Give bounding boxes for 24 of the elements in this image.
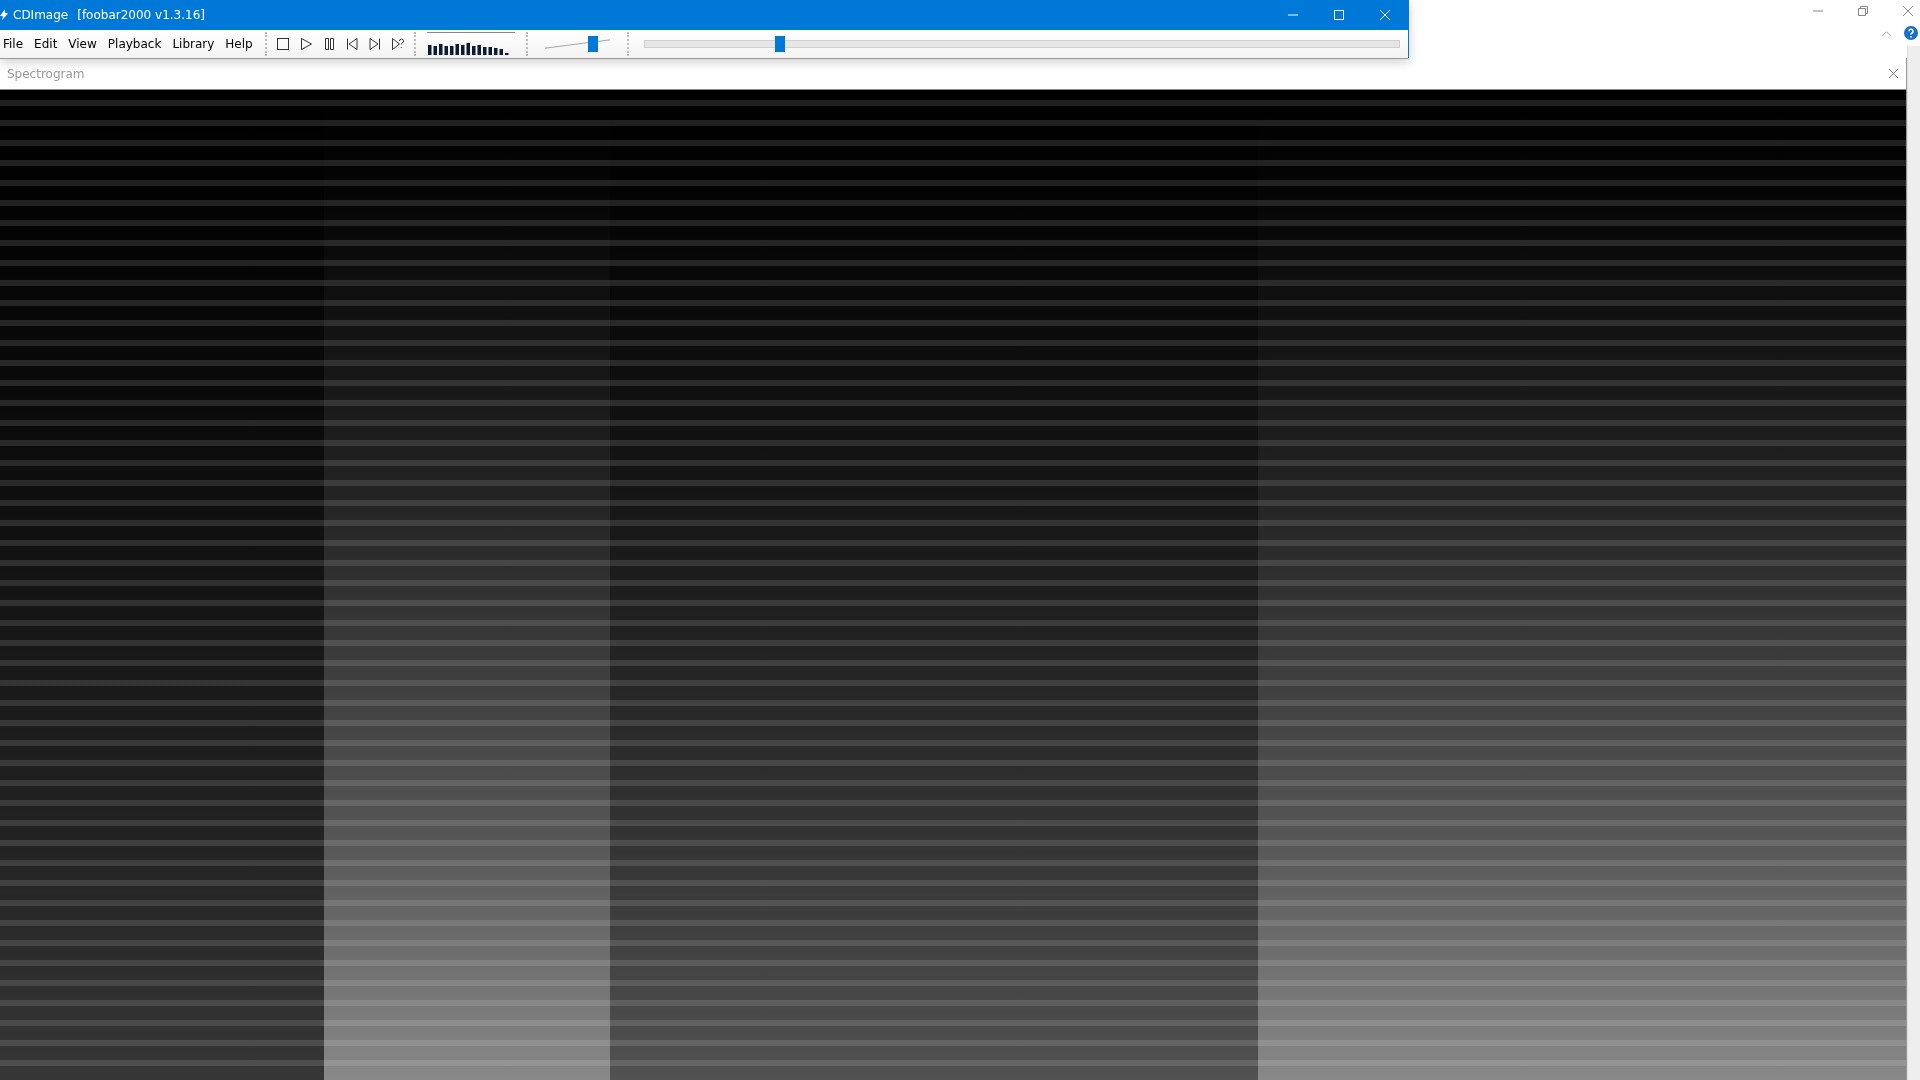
menu-item[interactable]: Playback: [103, 37, 169, 51]
play-icon[interactable]: [298, 37, 313, 51]
menu-item[interactable]: View: [64, 37, 104, 51]
panel-title: Spectrogram: [7, 66, 85, 81]
maximize-icon[interactable]: [1333, 9, 1345, 21]
menu-item[interactable]: Help: [221, 37, 260, 51]
seek-slider[interactable]: [643, 35, 1400, 53]
scrollbar[interactable]: [1907, 46, 1920, 1080]
help-icon[interactable]: [1904, 26, 1918, 40]
previous-icon[interactable]: [344, 37, 359, 51]
close-icon[interactable]: [1902, 5, 1914, 17]
menu-item[interactable]: Library: [168, 37, 222, 51]
next-icon[interactable]: [367, 37, 382, 51]
spectrum-meter-icon: [426, 32, 515, 56]
menu-item[interactable]: File: [0, 37, 31, 51]
window-title: CDImage: [13, 8, 69, 22]
random-play-icon[interactable]: [390, 37, 405, 51]
volume-slider[interactable]: [544, 35, 610, 53]
menu-item[interactable]: Edit: [30, 37, 65, 51]
app-logo-icon: [0, 9, 8, 21]
stop-icon[interactable]: [275, 37, 290, 51]
window-subtitle: [foobar2000 v1.3.16]: [77, 8, 205, 22]
restore-icon[interactable]: [1857, 5, 1869, 17]
close-icon[interactable]: [1888, 68, 1899, 79]
